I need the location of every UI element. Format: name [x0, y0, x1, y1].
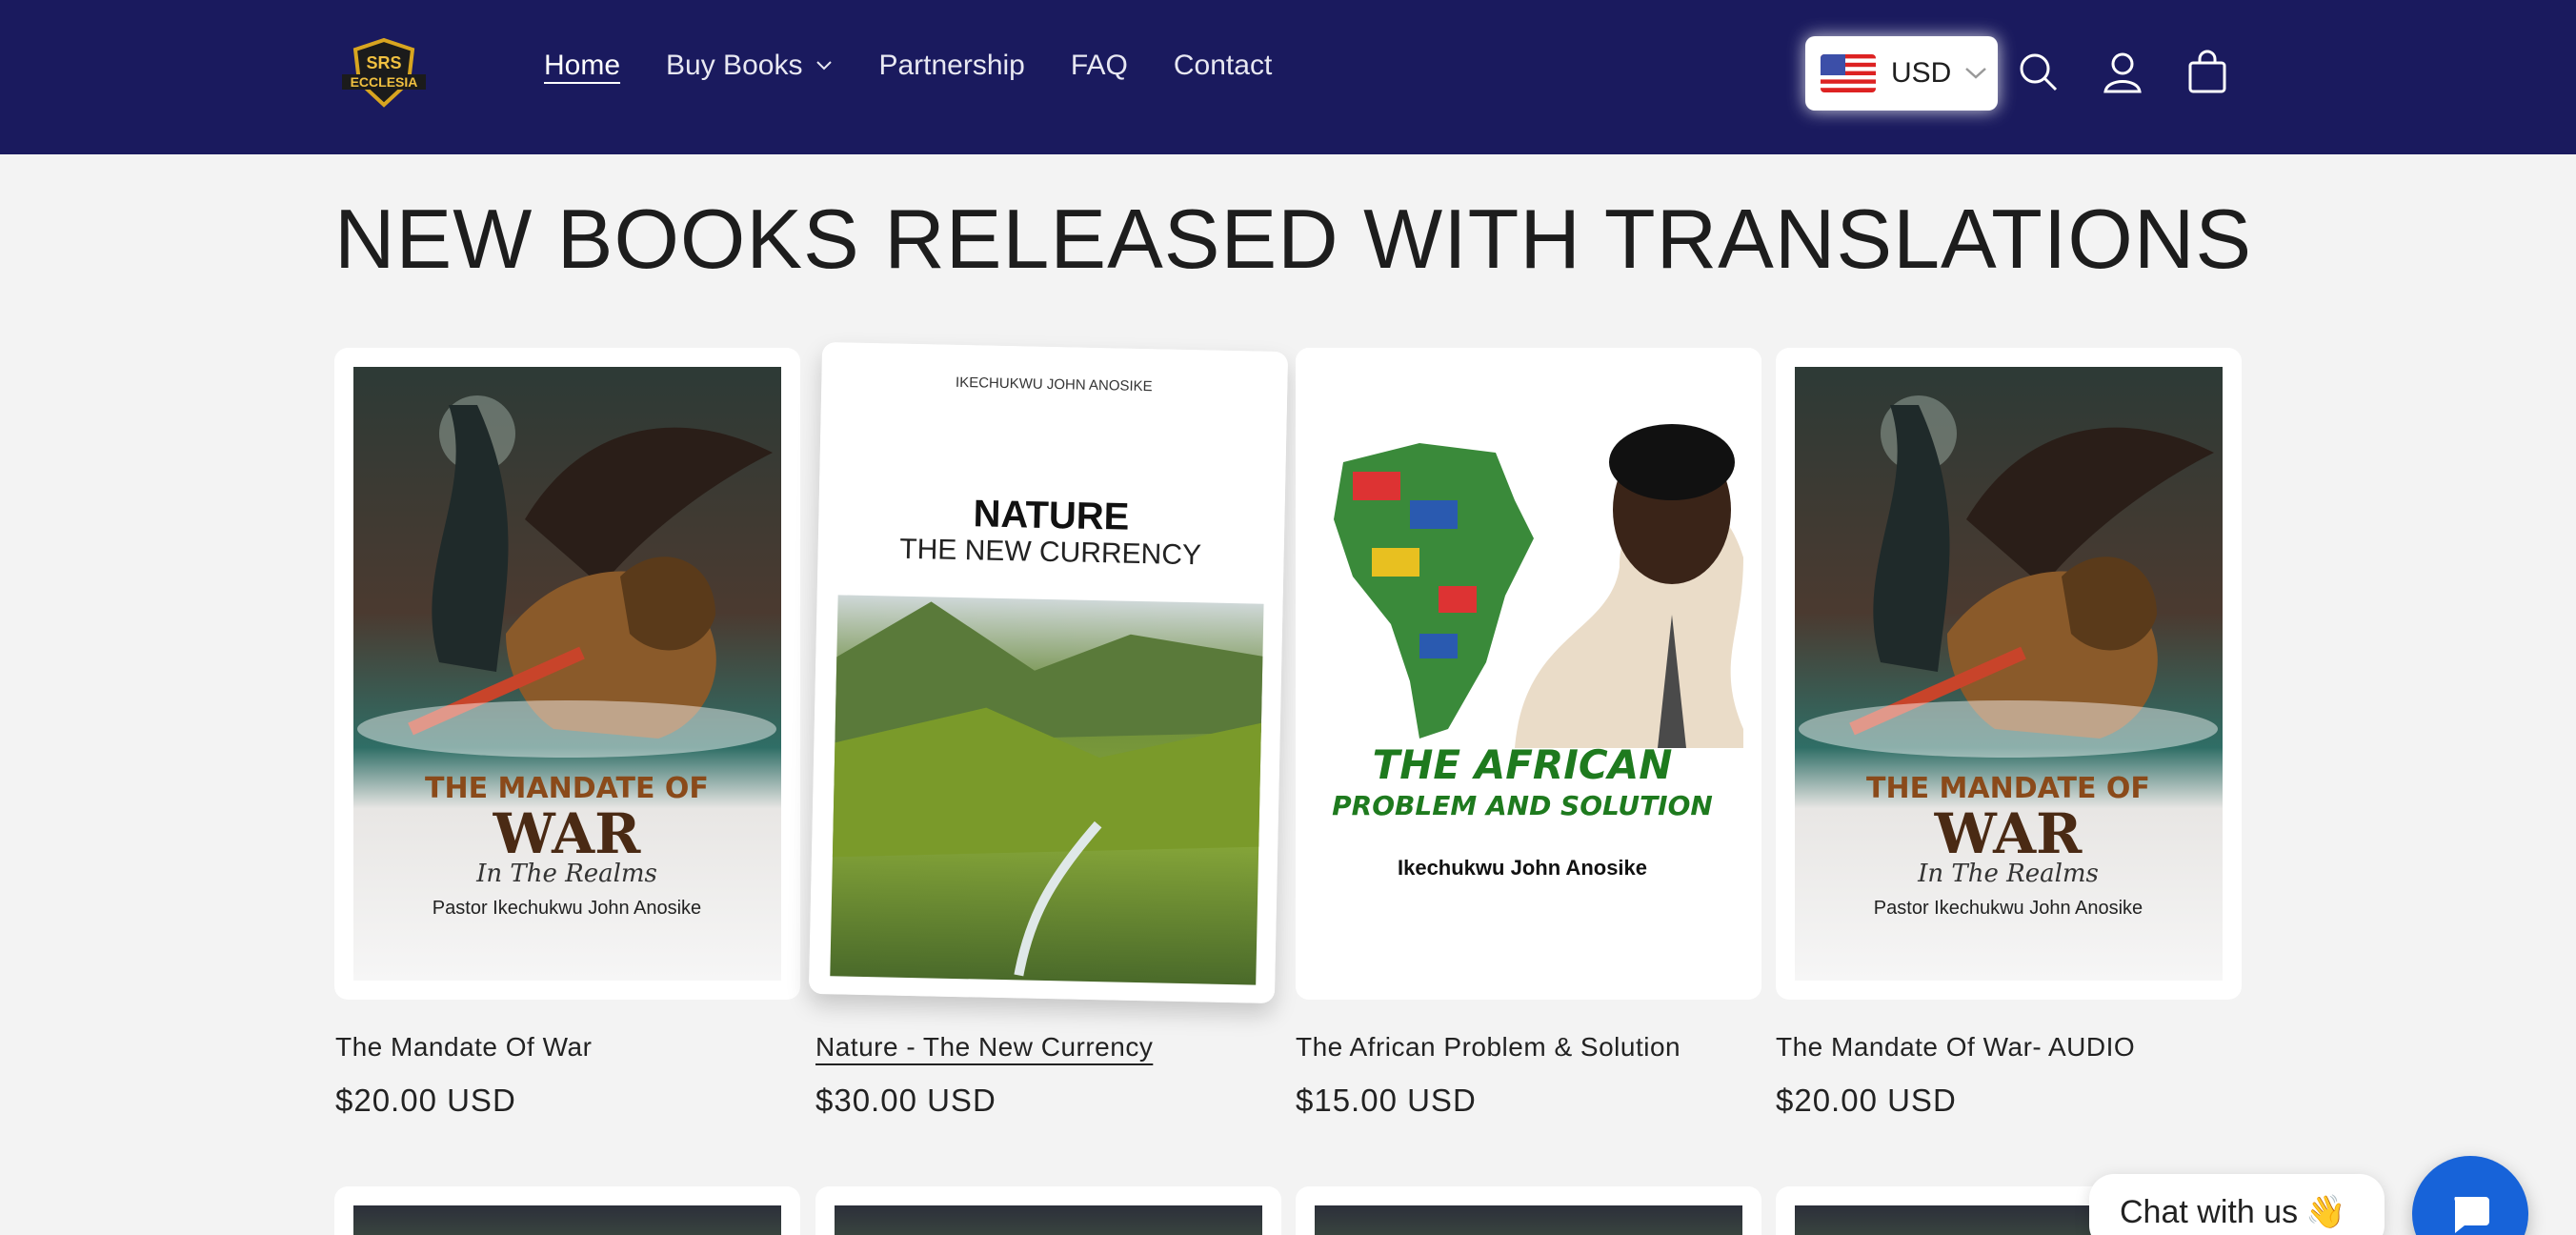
chat-label: Chat with us — [2120, 1193, 2299, 1230]
main-nav: Home Buy Books Partnership FAQ Contact — [544, 50, 1318, 82]
product-price: $15.00 USD — [1296, 1083, 1477, 1118]
svg-text:Pastor Ikechukwu John Anosike: Pastor Ikechukwu John Anosike — [433, 898, 701, 919]
nav-buy-books-label: Buy Books — [666, 50, 803, 81]
product-title[interactable]: Nature - The New Currency — [815, 1032, 1153, 1063]
currency-selector[interactable]: USD — [1805, 36, 1998, 111]
svg-text:THE NEW CURRENCY: THE NEW CURRENCY — [899, 534, 1201, 572]
logo[interactable]: SRS ECCLESIA — [338, 36, 430, 109]
nav-contact[interactable]: Contact — [1174, 50, 1272, 82]
product-price: $30.00 USD — [815, 1083, 996, 1118]
product-card-image[interactable]: THE MANDATE OF WAR In The Realms Pastor … — [334, 348, 800, 1000]
product-card-image[interactable] — [334, 1186, 800, 1235]
product-price: $20.00 USD — [1776, 1083, 1957, 1118]
cart-icon[interactable] — [2183, 48, 2232, 97]
account-icon[interactable] — [2098, 48, 2147, 97]
product-card-image[interactable] — [815, 1186, 1281, 1235]
product-title[interactable]: The Mandate Of War- AUDIO — [1776, 1032, 2135, 1063]
svg-text:NATURE: NATURE — [973, 493, 1130, 537]
svg-text:WAR: WAR — [493, 801, 641, 866]
svg-text:SRS: SRS — [366, 53, 401, 72]
product-price: $20.00 USD — [335, 1083, 516, 1118]
svg-text:In The Realms: In The Realms — [1917, 860, 2099, 888]
product-card-image[interactable] — [1296, 1186, 1761, 1235]
chevron-down-icon — [816, 61, 833, 71]
product-card-image[interactable]: THE MANDATE OF WAR In The Realms Pastor … — [1776, 348, 2242, 1000]
wave-emoji-icon: 👋 — [2305, 1194, 2346, 1230]
nav-partnership[interactable]: Partnership — [878, 50, 1024, 82]
product-title[interactable]: The African Problem & Solution — [1296, 1032, 1680, 1063]
nav-buy-books[interactable]: Buy Books — [666, 50, 833, 82]
nav-faq[interactable]: FAQ — [1071, 50, 1128, 82]
product-card-image[interactable]: IKECHUKWU JOHN ANOSIKE NATURE THE NEW CU… — [808, 341, 1289, 1004]
search-icon[interactable] — [2014, 48, 2063, 97]
site-header: SRS ECCLESIA Home Buy Books Partnership … — [0, 0, 2576, 154]
chevron-down-icon — [1965, 68, 1987, 79]
svg-text:THE MANDATE OF: THE MANDATE OF — [425, 772, 709, 805]
svg-text:WAR: WAR — [1934, 801, 2083, 866]
product-title[interactable]: The Mandate Of War — [335, 1032, 592, 1063]
chat-bubble[interactable]: Chat with us 👋 — [2089, 1174, 2385, 1235]
svg-text:THE MANDATE OF: THE MANDATE OF — [1866, 772, 2150, 805]
chat-icon — [2454, 1197, 2489, 1233]
currency-label: USD — [1891, 57, 1952, 89]
section-title: NEW BOOKS RELEASED WITH TRANSLATIONS — [334, 192, 2253, 286]
chat-button[interactable] — [2412, 1156, 2528, 1235]
svg-text:Pastor Ikechukwu John Anosike: Pastor Ikechukwu John Anosike — [1874, 898, 2143, 919]
svg-text:Ikechukwu John Anosike: Ikechukwu John Anosike — [1398, 856, 1647, 880]
nav-home[interactable]: Home — [544, 50, 620, 82]
svg-text:THE AFRICAN: THE AFRICAN — [1373, 741, 1673, 788]
svg-text:ECCLESIA: ECCLESIA — [351, 74, 418, 90]
svg-text:In The Realms: In The Realms — [475, 860, 657, 888]
svg-text:PROBLEM AND SOLUTION: PROBLEM AND SOLUTION — [1332, 790, 1713, 821]
product-card-image[interactable]: THE AFRICAN PROBLEM AND SOLUTION Ikechuk… — [1296, 348, 1761, 1000]
us-flag-icon — [1821, 54, 1876, 92]
